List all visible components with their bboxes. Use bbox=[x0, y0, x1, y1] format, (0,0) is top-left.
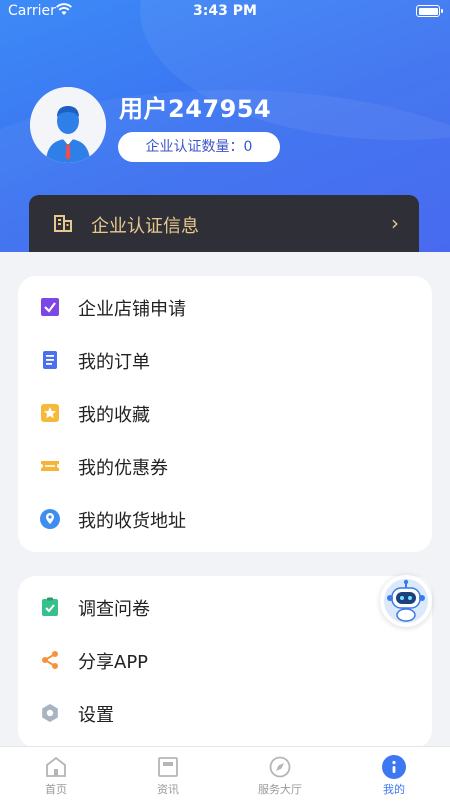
menu-item-label: 我的订单 bbox=[78, 352, 150, 373]
checkbox-icon bbox=[40, 297, 60, 317]
building-icon bbox=[53, 213, 73, 237]
tab-home[interactable]: 首页 bbox=[0, 747, 112, 801]
clock: 3:43 PM bbox=[193, 3, 257, 19]
primary-menu-card: 企业店铺申请 我的订单 我的收藏 我的优惠券 我的收货地址 bbox=[18, 276, 432, 552]
cert-bar-label: 企业认证信息 bbox=[91, 216, 199, 237]
menu-item-label: 我的收货地址 bbox=[78, 511, 186, 532]
compass-icon bbox=[268, 755, 292, 779]
menu-item-survey[interactable]: 调查问卷 bbox=[18, 582, 432, 635]
menu-item-label: 我的收藏 bbox=[78, 405, 150, 426]
share-icon bbox=[40, 650, 60, 670]
menu-item-label: 企业店铺申请 bbox=[78, 299, 186, 320]
news-icon bbox=[156, 755, 180, 779]
menu-item-settings[interactable]: 设置 bbox=[18, 688, 432, 741]
secondary-menu-card: 调查问卷 分享APP 设置 bbox=[18, 576, 432, 748]
star-icon bbox=[40, 403, 60, 423]
menu-item-share-app[interactable]: 分享APP bbox=[18, 635, 432, 688]
tab-label: 首页 bbox=[45, 783, 67, 796]
menu-item-label: 分享APP bbox=[78, 652, 149, 673]
gear-icon bbox=[40, 703, 60, 723]
menu-item-label: 调查问卷 bbox=[78, 599, 150, 620]
battery-icon bbox=[416, 5, 443, 17]
menu-item-label: 设置 bbox=[78, 705, 114, 726]
assistant-robot-button[interactable] bbox=[380, 575, 432, 627]
avatar[interactable] bbox=[30, 87, 106, 163]
menu-item-address[interactable]: 我的收货地址 bbox=[18, 494, 432, 547]
order-doc-icon bbox=[40, 350, 60, 370]
profile-header: Carrier 3:43 PM 用户247954 企业认证数量：0 企业认证信息… bbox=[0, 0, 450, 252]
home-icon bbox=[44, 755, 68, 779]
chevron-right-icon: › bbox=[391, 211, 399, 235]
bottom-tab-bar: 首页 资讯 服务大厅 我的 bbox=[0, 746, 450, 801]
menu-item-label: 我的优惠券 bbox=[78, 458, 168, 479]
tab-label: 资讯 bbox=[157, 783, 179, 796]
tab-news[interactable]: 资讯 bbox=[112, 747, 224, 801]
clipboard-check-icon bbox=[40, 597, 60, 617]
location-pin-icon bbox=[40, 509, 60, 529]
tab-service-hall[interactable]: 服务大厅 bbox=[224, 747, 336, 801]
tab-label: 服务大厅 bbox=[258, 783, 302, 796]
menu-item-coupons[interactable]: 我的优惠券 bbox=[18, 441, 432, 494]
tab-mine[interactable]: 我的 bbox=[338, 747, 450, 801]
tab-label: 我的 bbox=[383, 783, 405, 796]
username: 用户247954 bbox=[119, 95, 272, 123]
profile-icon bbox=[382, 755, 406, 779]
menu-item-favorites[interactable]: 我的收藏 bbox=[18, 388, 432, 441]
menu-item-store-apply[interactable]: 企业店铺申请 bbox=[18, 282, 432, 335]
cert-count-badge: 企业认证数量：0 bbox=[118, 132, 280, 162]
menu-item-orders[interactable]: 我的订单 bbox=[18, 335, 432, 388]
enterprise-cert-bar[interactable]: 企业认证信息 › bbox=[29, 195, 419, 252]
status-bar: Carrier 3:43 PM bbox=[0, 0, 450, 24]
coupon-icon bbox=[40, 456, 60, 476]
